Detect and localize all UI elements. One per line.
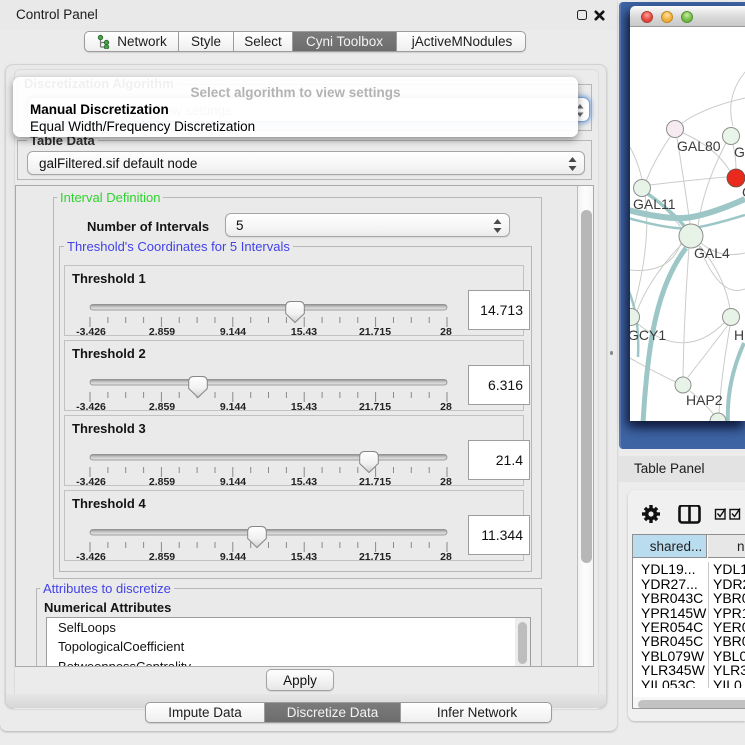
svg-text:HAP2: HAP2 — [686, 392, 723, 408]
svg-text:H: H — [734, 327, 744, 343]
svg-text:GAL80: GAL80 — [677, 138, 721, 154]
svg-text:GCY1: GCY1 — [630, 327, 666, 343]
svg-text:GA: GA — [734, 144, 745, 160]
svg-text:GAL11: GAL11 — [633, 196, 676, 212]
svg-text:GAL4: GAL4 — [694, 245, 730, 261]
